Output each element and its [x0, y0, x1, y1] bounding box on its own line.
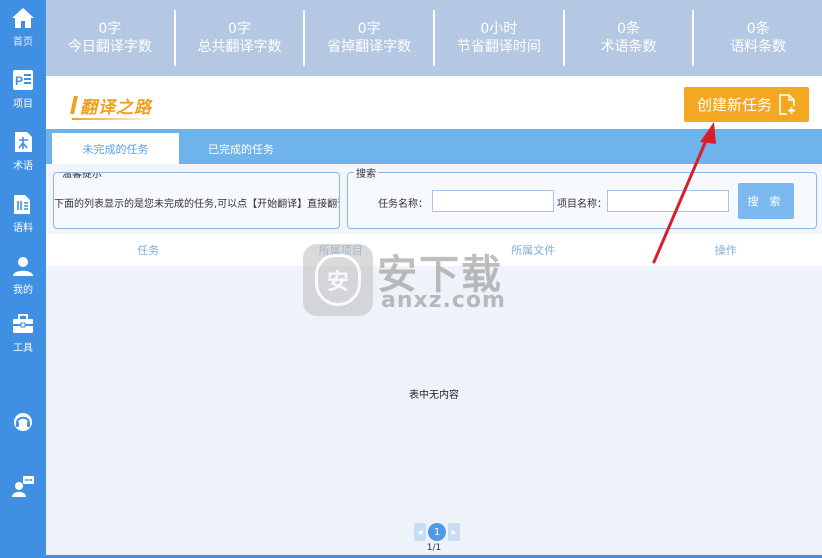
logo-underline [72, 118, 158, 120]
stat-value: 0条 [617, 21, 640, 37]
home-icon [12, 8, 34, 28]
headset-icon [14, 413, 32, 431]
stat-label: 总共翻译字数 [197, 39, 282, 55]
stat-total-words: 0字 总共翻译字数 [176, 10, 306, 66]
stat-value: 0字 [357, 21, 381, 37]
app-logo: 翻译之路 [70, 92, 158, 120]
project-name-label: 项目名称： [557, 199, 607, 210]
sidebar-item-label: 工具 [13, 343, 33, 354]
chat-user-icon [12, 476, 34, 497]
create-task-button[interactable]: 创建新任务 [684, 87, 809, 122]
stat-value: 0字 [98, 21, 122, 37]
sidebar-item-label: 首页 [13, 37, 33, 48]
empty-table-message: 表中无内容 [409, 390, 459, 401]
project-name-input[interactable] [607, 190, 729, 212]
sidebar-item-feedback[interactable] [0, 468, 46, 522]
table-body: 表中无内容 [46, 266, 822, 520]
column-task[interactable]: 任务 [52, 242, 245, 258]
stat-saved-time: 0小时 节省翻译时间 [435, 10, 565, 66]
stat-label: 省掉翻译字数 [327, 39, 412, 55]
task-name-label: 任务名称： [378, 199, 428, 210]
tip-legend: 温馨提示 [60, 173, 104, 180]
column-action[interactable]: 操作 [630, 242, 822, 258]
sidebar-item-mine[interactable]: 我的 [0, 248, 46, 302]
sidebar-item-project[interactable]: P 项目 [0, 62, 46, 116]
stat-label: 今日翻译字数 [67, 39, 152, 55]
corpus-icon [14, 195, 30, 214]
tip-text: 下面的列表显示的是您未完成的任务,可以点【开始翻译】直接翻译 [54, 199, 340, 210]
stat-corpus-count: 0条 语料条数 [694, 10, 822, 66]
project-icon: P [13, 70, 33, 90]
sidebar-item-support[interactable] [0, 404, 46, 458]
stat-term-count: 0条 术语条数 [565, 10, 695, 66]
column-project[interactable]: 所属项目 [245, 242, 438, 258]
sidebar-item-home[interactable]: 首页 [0, 0, 46, 54]
sidebar-item-label: 我的 [13, 285, 33, 296]
sidebar-item-label: 项目 [13, 99, 33, 110]
term-icon [15, 132, 32, 152]
stats-bar: 0字 今日翻译字数 0字 总共翻译字数 0字 省掉翻译字数 0小时 节省翻译时间… [46, 0, 822, 76]
create-task-label: 创建新任务 [696, 97, 772, 114]
sidebar-item-corpus[interactable]: 语料 [0, 186, 46, 240]
stat-label: 术语条数 [600, 39, 657, 55]
sidebar-item-label: 术语 [13, 161, 33, 172]
user-icon [13, 257, 33, 276]
pagination: ◂ 1 ▸ 1/1 [46, 520, 822, 558]
search-button[interactable]: 搜 索 [738, 183, 794, 219]
table-header: 任务 所属项目 所属文件 操作 [52, 234, 822, 266]
tab-unfinished-tasks[interactable]: 未完成的任务 [52, 133, 179, 164]
next-page-button[interactable]: ▸ [448, 523, 460, 541]
sidebar: 首页 P 项目 术语 语料 我的 工具 [0, 0, 46, 558]
sidebar-item-term[interactable]: 术语 [0, 124, 46, 178]
svg-text:P: P [15, 74, 23, 88]
logo-text: 翻译之路 [80, 97, 152, 118]
stat-label: 语料条数 [730, 39, 787, 55]
prev-page-button[interactable]: ◂ [414, 523, 426, 541]
stat-value: 0字 [228, 21, 251, 37]
stat-value: 0条 [746, 21, 770, 37]
tip-box: 温馨提示 下面的列表显示的是您未完成的任务,可以点【开始翻译】直接翻译 [53, 172, 340, 229]
task-tabs: 未完成的任务 已完成的任务 [46, 129, 822, 164]
current-page-button[interactable]: 1 [428, 523, 446, 541]
search-box: 搜索 任务名称： 项目名称： 搜 索 [347, 165, 817, 229]
stat-value: 0小时 [480, 21, 518, 37]
stat-today-words: 0字 今日翻译字数 [46, 10, 176, 66]
stat-label: 节省翻译时间 [456, 39, 541, 55]
page-info: 1/1 [426, 543, 442, 553]
logo-bar [70, 96, 78, 114]
sidebar-item-tools[interactable]: 工具 [0, 306, 46, 360]
column-file[interactable]: 所属文件 [437, 242, 630, 258]
search-legend: 搜索 [354, 165, 378, 180]
toolbox-icon [13, 314, 33, 333]
sidebar-item-label: 语料 [13, 223, 33, 234]
stat-saved-words: 0字 省掉翻译字数 [305, 10, 436, 66]
task-name-input[interactable] [432, 190, 554, 212]
tab-finished-tasks[interactable]: 已完成的任务 [186, 133, 296, 164]
new-document-icon [779, 93, 796, 115]
filter-panel: 温馨提示 下面的列表显示的是您未完成的任务,可以点【开始翻译】直接翻译 搜索 任… [46, 164, 822, 234]
